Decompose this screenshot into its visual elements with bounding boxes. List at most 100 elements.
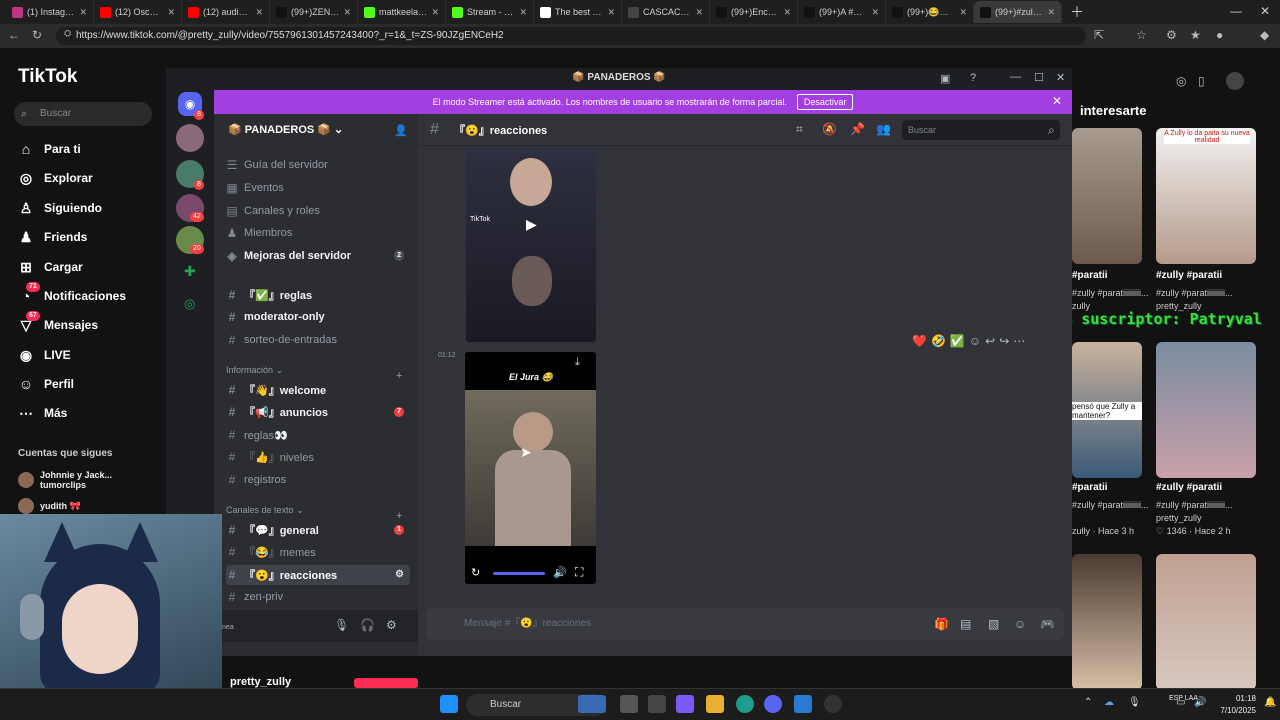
video-thumbnail[interactable]: [1072, 128, 1142, 264]
nav-explorar[interactable]: ◎ Explorar: [18, 168, 93, 188]
close-tab-icon[interactable]: ✕: [79, 7, 87, 18]
browser-tab[interactable]: (12) audio FUl✕: [182, 1, 270, 23]
channel-item[interactable]: # 『💬』general 1: [226, 520, 410, 540]
server-icon[interactable]: [176, 124, 204, 152]
network-icon[interactable]: ▭: [1176, 697, 1185, 708]
install-icon[interactable]: ⇱: [1094, 28, 1104, 42]
channel-settings-icon[interactable]: ⚙: [395, 569, 404, 580]
close-tab-icon[interactable]: ✕: [431, 7, 439, 18]
reply-icon[interactable]: ↩: [985, 334, 995, 348]
profile-icon[interactable]: ●: [1216, 28, 1223, 42]
fullscreen-icon[interactable]: ⛶: [575, 565, 583, 580]
nav-mensajes[interactable]: ▽ Mensajes 67: [18, 311, 98, 335]
minimize-icon[interactable]: —: [1010, 71, 1021, 83]
reaction-check[interactable]: ✅: [950, 334, 965, 348]
close-tab-icon[interactable]: ✕: [871, 7, 879, 18]
video-caption[interactable]: #paratii: [1072, 270, 1108, 281]
channel-item[interactable]: # 『👍』niveles: [226, 447, 410, 467]
channel-item[interactable]: # 『😂』memes: [226, 542, 410, 562]
category-info[interactable]: Información ⌄: [226, 365, 283, 376]
widget-icon[interactable]: [578, 695, 606, 713]
forward-icon[interactable]: ↪: [999, 334, 1009, 348]
nav-cargar[interactable]: ⊞ Cargar: [18, 257, 83, 277]
windows-start-icon[interactable]: [440, 695, 458, 713]
edge-icon[interactable]: [736, 695, 754, 713]
threads-icon[interactable]: ⌗: [796, 122, 803, 137]
maximize-icon[interactable]: ☐: [1034, 71, 1044, 84]
app-icon[interactable]: [794, 695, 812, 713]
video-author-name[interactable]: pretty_zully: [230, 676, 291, 688]
browser-tab[interactable]: (99+)😂😂😂✕: [886, 1, 974, 23]
tray-chevron-icon[interactable]: ⌃: [1084, 697, 1092, 708]
close-tab-icon[interactable]: ✕: [959, 7, 967, 18]
tiktok-search-input[interactable]: Buscar: [14, 102, 152, 126]
following-account[interactable]: Johnnie y Jack... tumorclips: [18, 470, 150, 490]
close-tab-icon[interactable]: ✕: [695, 7, 703, 18]
nav-para-ti[interactable]: ⌂ Para ti: [18, 139, 81, 159]
browser-tab[interactable]: mattkeelan - ✕: [358, 1, 446, 23]
sticker-icon[interactable]: ▧: [988, 617, 999, 631]
server-menu-item[interactable]: ▤ Canales y roles: [226, 201, 410, 221]
url-bar[interactable]: https://www.tiktok.com/@pretty_zully/vid…: [56, 27, 1086, 45]
discord-taskbar-icon[interactable]: [764, 695, 782, 713]
avatar[interactable]: [1226, 72, 1244, 90]
reaction-heart[interactable]: ❤️: [912, 334, 927, 348]
bookmark-icon[interactable]: ☆: [1136, 28, 1147, 42]
play-icon[interactable]: ▶: [526, 216, 537, 233]
close-tab-icon[interactable]: ✕: [343, 7, 351, 18]
channel-item[interactable]: # sorteo-de-entradas: [226, 330, 410, 350]
video-thumbnail[interactable]: A Zully lo da paita su nueva realidad: [1156, 128, 1256, 264]
more-icon[interactable]: ⋯: [1013, 334, 1025, 348]
headphones-icon[interactable]: 🎧: [360, 618, 375, 632]
new-tab-icon[interactable]: ＋: [1070, 2, 1084, 22]
video-attachment[interactable]: ▶ TikTok: [466, 146, 596, 342]
back-icon[interactable]: ←: [8, 28, 20, 42]
copilot-icon[interactable]: ◆: [1260, 28, 1269, 42]
video-author[interactable]: pretty_zully: [1156, 513, 1202, 523]
add-channel-icon[interactable]: +: [396, 510, 402, 522]
microphone-icon[interactable]: 🎙: [334, 618, 349, 632]
tiktok-logo[interactable]: TikTok: [18, 66, 77, 88]
add-server-icon[interactable]: ✚: [184, 263, 196, 280]
browser-tab[interactable]: (99+)A #mile ✕: [798, 1, 886, 23]
add-reaction-icon[interactable]: ☺: [969, 334, 981, 348]
video-caption[interactable]: #zully #paratii: [1156, 482, 1222, 493]
server-menu-item[interactable]: ☰ Guía del servidor: [226, 155, 410, 175]
upload-icon[interactable]: ◎: [1176, 74, 1186, 88]
browser-tab[interactable]: (1) Instagram ✕: [6, 1, 94, 23]
explore-icon[interactable]: ◎: [184, 296, 195, 312]
channel-item[interactable]: # zen-priv: [226, 587, 410, 607]
close-tab-icon[interactable]: ✕: [167, 7, 175, 18]
browser-tab[interactable]: CASCACA BEA✕: [622, 1, 710, 23]
video-caption[interactable]: #paratii: [1072, 482, 1108, 493]
close-window-icon[interactable]: ✕: [1260, 4, 1270, 18]
copilot-icon[interactable]: [676, 695, 694, 713]
members-icon[interactable]: 👥: [876, 122, 891, 136]
nav-más[interactable]: ⋯ Más: [18, 403, 67, 423]
video-thumbnail[interactable]: [1156, 342, 1256, 478]
device-icon[interactable]: ▯: [1198, 74, 1205, 88]
channel-item[interactable]: # 『👋』welcome: [226, 380, 410, 400]
following-account[interactable]: yudith 🎀: [18, 498, 81, 514]
channel-item[interactable]: # registros: [226, 470, 410, 490]
download-icon[interactable]: ⤓: [575, 356, 580, 369]
mute-icon[interactable]: 🔕: [822, 122, 837, 136]
file-explorer-icon[interactable]: [706, 695, 724, 713]
add-channel-icon[interactable]: +: [396, 370, 402, 382]
settings-icon[interactable]: ⚙: [386, 618, 397, 632]
server-menu-item[interactable]: ◈ Mejoras del servidor 2: [226, 246, 410, 266]
close-tab-icon[interactable]: ✕: [255, 7, 263, 18]
browser-tab[interactable]: (99+)#zully # ✕: [974, 1, 1062, 23]
close-icon[interactable]: ✕: [1052, 94, 1062, 108]
channel-item[interactable]: # moderator-only: [226, 307, 410, 327]
close-tab-icon[interactable]: ✕: [783, 7, 791, 18]
video-caption[interactable]: #zully #paratii: [1156, 270, 1222, 281]
nav-siguiendo[interactable]: ♙ Siguiendo: [18, 198, 102, 218]
reload-icon[interactable]: ↻: [32, 28, 42, 42]
nav-perfil[interactable]: ☺ Perfil: [18, 374, 74, 394]
nav-friends[interactable]: ♟ Friends: [18, 227, 88, 247]
emoji-icon[interactable]: ☺: [1014, 617, 1026, 631]
close-icon[interactable]: ✕: [1056, 71, 1065, 84]
gif-icon[interactable]: ▤: [960, 617, 971, 631]
follow-button[interactable]: [354, 678, 418, 688]
